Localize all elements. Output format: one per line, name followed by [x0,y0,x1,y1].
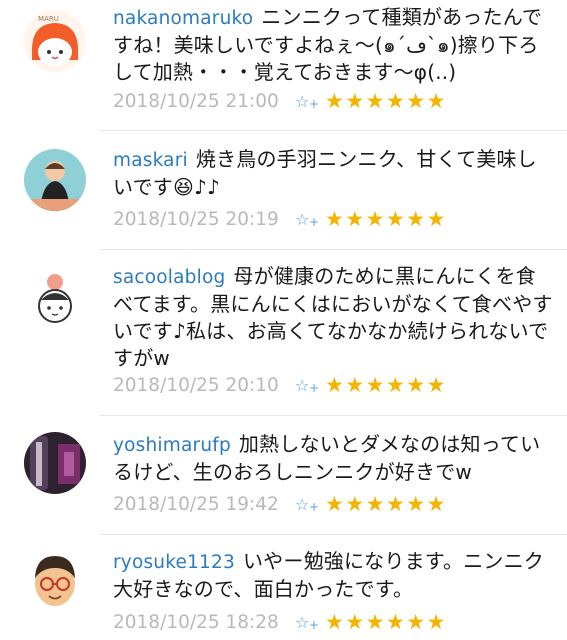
avatar[interactable] [24,432,86,494]
star-outline-icon: ☆ [295,612,310,632]
timestamp: 2018/10/25 19:42 [113,493,279,515]
star-rating: ★★★★★★ [325,492,447,516]
comment-item: yoshimarufp 加熱しないとダメなのは知っているけど、生のおろしニンニクが… [0,416,567,534]
username-link[interactable]: nakanomaruko [113,8,253,29]
comment-meta: 2018/10/25 19:42 ☆ + ★★★★★★ [113,489,447,519]
add-star-button[interactable]: ☆ + [295,210,325,229]
username-link[interactable]: ryosuke1123 [113,552,235,573]
avatar[interactable] [24,548,86,610]
comment-item: ryosuke1123 いやー勉強になります。ニンニク大好きなので、面白かったです… [0,535,567,640]
comment-body: yoshimarufp 加熱しないとダメなのは知っているけど、生のおろしニンニクが… [113,431,553,486]
timestamp: 2018/10/25 20:10 [113,374,279,396]
avatar-label: MARU [38,15,59,23]
add-star-button[interactable]: ☆ + [295,376,325,395]
timestamp: 2018/10/25 18:28 [113,611,279,633]
avatar[interactable]: MARU [24,10,86,72]
username-link[interactable]: maskari [113,150,188,171]
star-outline-icon: ☆ [295,494,310,514]
avatar[interactable] [24,266,86,328]
star-outline-icon: ☆ [295,209,310,229]
star-outline-icon: ☆ [295,375,310,395]
comment-item: maskari 焼き鳥の手羽ニンニク、甘くて美味しいです😆♪♪ 2018/10/2… [0,131,567,249]
comment-meta: 2018/10/25 18:28 ☆ + ★★★★★★ [113,607,447,637]
comment-body: sacoolablog 母が健康のために黒にんにくを食べてます。黒にんにくはにおい… [113,263,553,372]
comment-item: MARU nakanomaruko ニンニクって種類があったんですね！美味しいです… [0,0,567,130]
comment-meta: 2018/10/25 21:00 ☆ + ★★★★★★ [113,86,447,116]
add-star-button[interactable]: ☆ + [295,613,325,632]
star-outline-icon: ☆ [295,91,310,111]
avatar[interactable] [24,149,86,211]
star-rating: ★★★★★★ [325,373,447,397]
username-link[interactable]: sacoolablog [113,267,225,288]
comment-body: nakanomaruko ニンニクって種類があったんですね！美味しいですよねぇ～(… [113,4,553,86]
timestamp: 2018/10/25 20:19 [113,208,279,230]
star-rating: ★★★★★★ [325,89,447,113]
add-star-button[interactable]: ☆ + [295,92,325,111]
comment-body: maskari 焼き鳥の手羽ニンニク、甘くて美味しいです😆♪♪ [113,146,553,201]
comment-meta: 2018/10/25 20:10 ☆ + ★★★★★★ [113,370,447,400]
comment-body: ryosuke1123 いやー勉強になります。ニンニク大好きなので、面白かったです… [113,548,553,603]
comment-meta: 2018/10/25 20:19 ☆ + ★★★★★★ [113,204,447,234]
username-link[interactable]: yoshimarufp [113,435,231,456]
timestamp: 2018/10/25 21:00 [113,90,279,112]
add-star-button[interactable]: ☆ + [295,495,325,514]
star-rating: ★★★★★★ [325,610,447,634]
comment-item: sacoolablog 母が健康のために黒にんにくを食べてます。黒にんにくはにおい… [0,250,567,415]
star-rating: ★★★★★★ [325,207,447,231]
